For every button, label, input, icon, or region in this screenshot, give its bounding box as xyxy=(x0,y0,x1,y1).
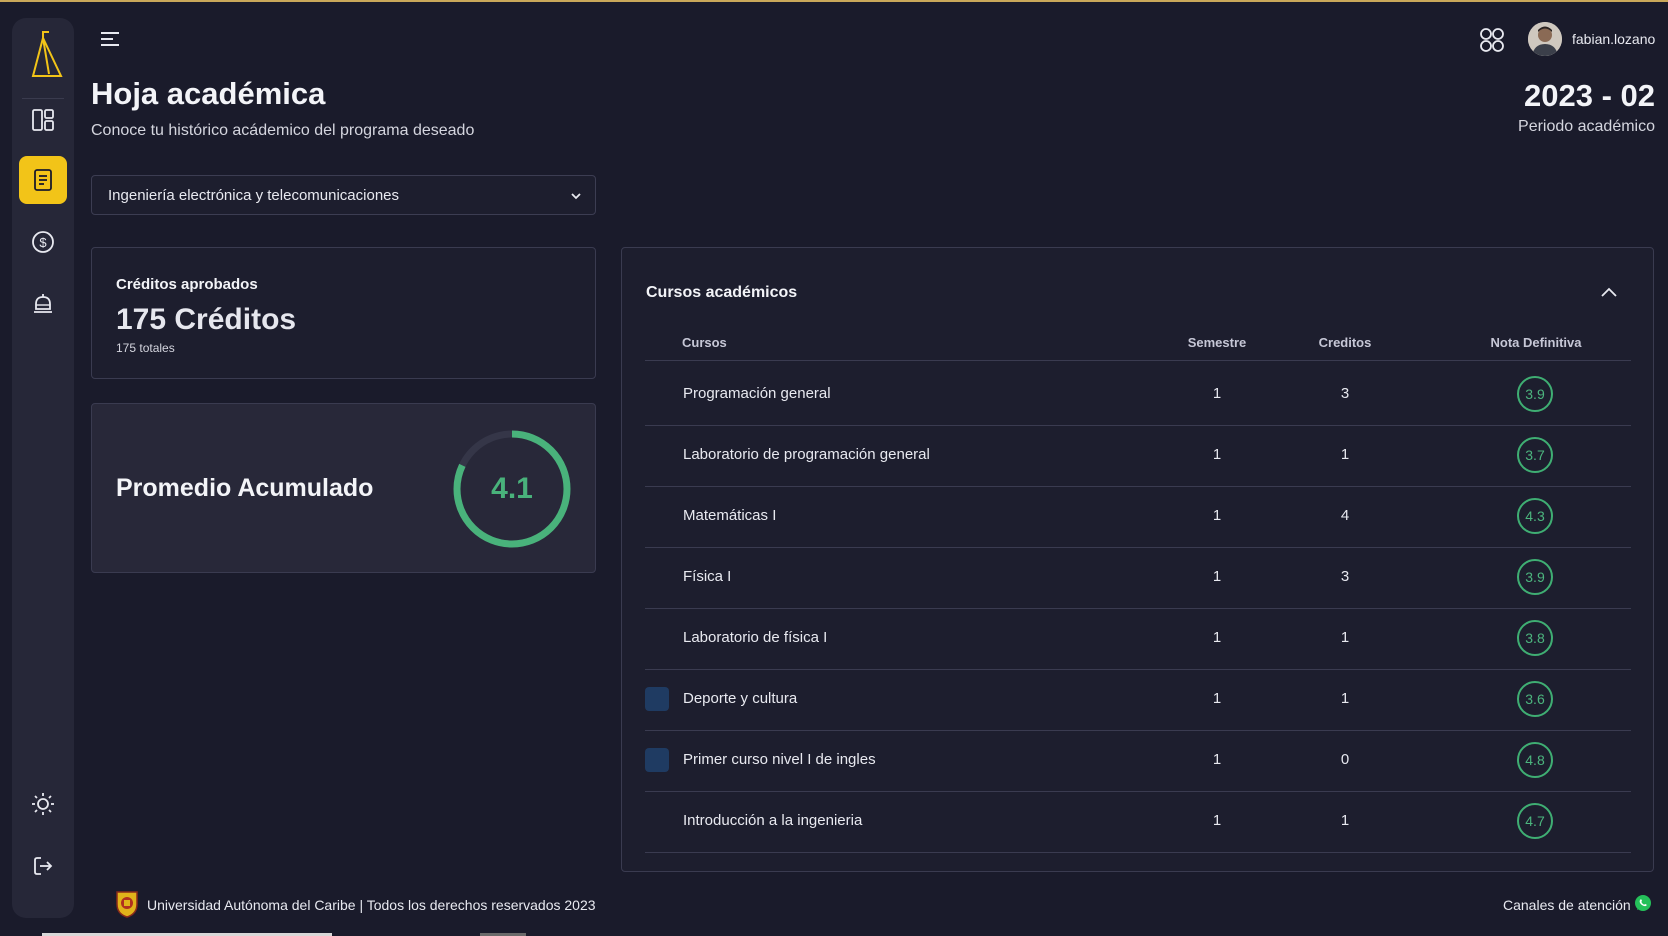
course-name: Laboratorio de programación general xyxy=(683,446,930,463)
course-grade-badge: 3.9 xyxy=(1517,559,1553,595)
column-header-nota: Nota Definitiva xyxy=(1490,335,1582,350)
row-marker xyxy=(645,687,669,711)
course-semestre: 1 xyxy=(1212,690,1222,707)
course-creditos: 3 xyxy=(1340,385,1350,402)
page-subtitle: Conoce tu histórico acádemico del progra… xyxy=(91,122,475,139)
course-name: Primer curso nivel I de ingles xyxy=(683,751,876,768)
column-header-creditos: Creditos xyxy=(1318,335,1372,350)
sun-icon xyxy=(32,793,54,815)
app-logo[interactable] xyxy=(21,26,65,88)
course-creditos: 1 xyxy=(1340,446,1350,463)
apps-grid-icon xyxy=(1480,28,1504,52)
table-row[interactable]: Primer curso nivel I de ingles 1 0 4.8 xyxy=(645,727,1631,792)
academic-period-value: 2023 - 02 xyxy=(1524,78,1655,113)
bell-icon xyxy=(34,294,52,313)
column-header-semestre: Semestre xyxy=(1187,335,1247,350)
document-icon xyxy=(34,169,52,191)
column-header-cursos: Cursos xyxy=(682,335,727,350)
course-semestre: 1 xyxy=(1212,385,1222,402)
avatar[interactable] xyxy=(1528,22,1562,56)
course-name: Programación general xyxy=(683,385,831,402)
course-name: Introducción a la ingenieria xyxy=(683,812,863,829)
university-seal-logo xyxy=(114,888,140,918)
courses-panel: Cursos académicos Cursos Semestre Credit… xyxy=(621,247,1654,872)
course-grade-badge: 4.3 xyxy=(1517,498,1553,534)
table-row[interactable]: Introducción a la ingenieria 1 1 4.7 xyxy=(645,788,1631,853)
hamburger-icon xyxy=(101,32,119,46)
sidebar-item-dashboard[interactable] xyxy=(19,96,67,144)
course-semestre: 1 xyxy=(1212,568,1222,585)
academic-period-label: Periodo académico xyxy=(1518,118,1655,135)
course-name: Física I xyxy=(683,568,732,585)
course-semestre: 1 xyxy=(1212,812,1222,829)
course-grade-badge: 3.7 xyxy=(1517,437,1553,473)
course-grade-badge: 4.7 xyxy=(1517,803,1553,839)
apps-grid-button[interactable] xyxy=(1478,26,1506,54)
table-row[interactable]: Matemáticas I 1 4 4.3 xyxy=(645,483,1631,548)
course-grade-badge: 4.8 xyxy=(1517,742,1553,778)
sidebar-item-notifications[interactable] xyxy=(19,280,67,328)
credits-total: 175 totales xyxy=(116,341,175,355)
menu-toggle-button[interactable] xyxy=(98,28,124,52)
course-creditos: 0 xyxy=(1340,751,1350,768)
courses-title: Cursos académicos xyxy=(646,284,798,301)
table-row[interactable]: Deporte y cultura 1 1 3.6 xyxy=(645,666,1631,731)
footer-copyright: Universidad Autónoma del Caribe | Todos … xyxy=(147,897,596,913)
course-creditos: 4 xyxy=(1340,507,1350,524)
course-semestre: 1 xyxy=(1212,507,1222,524)
sidebar-item-academic-sheet[interactable] xyxy=(19,156,67,204)
course-semestre: 1 xyxy=(1212,751,1222,768)
dollar-icon: $ xyxy=(32,231,54,253)
course-creditos: 1 xyxy=(1340,690,1350,707)
program-select[interactable]: Ingeniería electrónica y telecomunicacio… xyxy=(91,175,596,215)
svg-text:$: $ xyxy=(39,235,47,250)
credits-title: Créditos aprobados xyxy=(116,276,258,293)
sidebar: $ xyxy=(12,18,74,918)
whatsapp-icon[interactable] xyxy=(1634,894,1652,912)
chevron-down-icon xyxy=(571,193,581,200)
course-name: Deporte y cultura xyxy=(683,690,798,707)
chevron-up-icon xyxy=(1601,287,1617,297)
username[interactable]: fabian.lozano xyxy=(1572,31,1655,47)
collapse-button[interactable] xyxy=(1598,282,1620,304)
sidebar-item-theme-toggle[interactable] xyxy=(19,780,67,828)
course-name: Matemáticas I xyxy=(683,507,777,524)
dashboard-icon xyxy=(32,109,54,131)
top-accent-line xyxy=(0,0,1668,2)
row-marker xyxy=(645,748,669,772)
course-semestre: 1 xyxy=(1212,446,1222,463)
course-creditos: 3 xyxy=(1340,568,1350,585)
course-creditos: 1 xyxy=(1340,629,1350,646)
course-grade-badge: 3.9 xyxy=(1517,376,1553,412)
table-row[interactable]: Laboratorio de programación general 1 1 3.7 xyxy=(645,422,1631,487)
table-row[interactable]: Física I 1 3 3.9 xyxy=(645,544,1631,609)
course-semestre: 1 xyxy=(1212,629,1222,646)
table-row[interactable]: Laboratorio de física I 1 1 3.8 xyxy=(645,605,1631,670)
program-select-value: Ingeniería electrónica y telecomunicacio… xyxy=(108,186,399,204)
page-title: Hoja académica xyxy=(91,76,326,111)
course-name: Laboratorio de física I xyxy=(683,629,828,646)
logout-icon xyxy=(34,857,53,875)
gpa-label: Promedio Acumulado xyxy=(116,474,374,502)
credits-card: Créditos aprobados 175 Créditos 175 tota… xyxy=(91,247,596,379)
credits-value: 175 Créditos xyxy=(116,303,297,336)
gpa-card: Promedio Acumulado 4.1 xyxy=(91,403,596,573)
sidebar-item-payments[interactable]: $ xyxy=(19,218,67,266)
table-row[interactable]: Programación general 1 3 3.9 xyxy=(645,361,1631,426)
gpa-value: 4.1 xyxy=(491,472,533,505)
support-channels-link[interactable]: Canales de atención xyxy=(1503,897,1631,913)
course-creditos: 1 xyxy=(1340,812,1350,829)
course-grade-badge: 3.6 xyxy=(1517,681,1553,717)
course-grade-badge: 3.8 xyxy=(1517,620,1553,656)
sidebar-item-logout[interactable] xyxy=(19,842,67,890)
